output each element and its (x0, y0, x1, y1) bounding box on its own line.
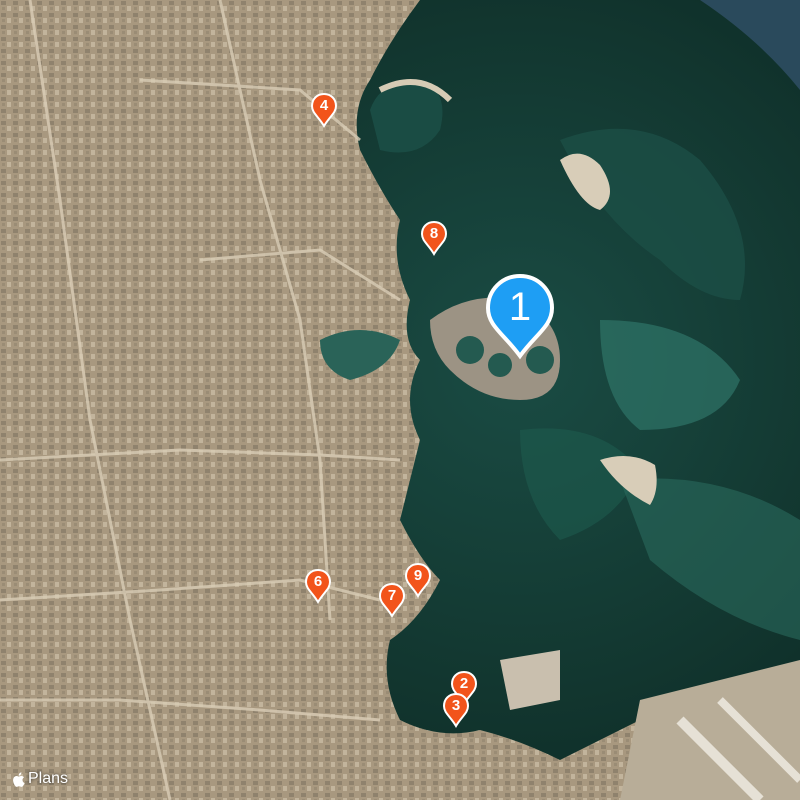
satellite-map[interactable]: 1 2 3 4 6 7 8 9 Plans (0, 0, 800, 800)
map-pin-1[interactable]: 1 (484, 272, 556, 360)
pin-label: 3 (451, 697, 461, 714)
map-pin-3[interactable]: 3 (442, 692, 470, 728)
map-pin-9[interactable]: 9 (404, 562, 432, 598)
pin-label: 6 (313, 573, 323, 590)
map-pin-8[interactable]: 8 (420, 220, 448, 256)
map-pin-7[interactable]: 7 (378, 582, 406, 618)
pin-label: 7 (387, 587, 397, 604)
satellite-imagery (0, 0, 800, 800)
pin-label: 2 (459, 675, 469, 692)
pin-label: 4 (319, 97, 329, 114)
apple-logo-icon (13, 771, 25, 787)
attribution-text: Plans (28, 770, 69, 787)
map-pin-6[interactable]: 6 (304, 568, 332, 604)
pin-label: 1 (508, 285, 532, 329)
pin-label: 8 (429, 225, 439, 242)
pin-label: 9 (413, 567, 423, 584)
map-attribution[interactable]: Plans (12, 770, 68, 788)
map-pin-4[interactable]: 4 (310, 92, 338, 128)
